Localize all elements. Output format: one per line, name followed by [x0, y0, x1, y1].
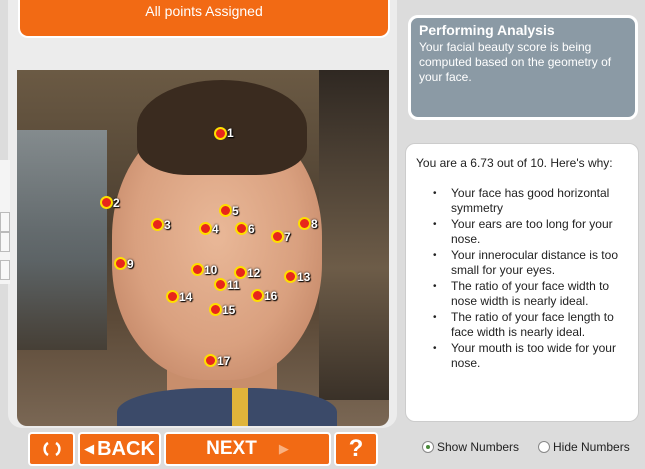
landmark-point-4[interactable] [199, 222, 212, 235]
landmark-point-16[interactable] [251, 289, 264, 302]
landmark-point-6[interactable] [235, 222, 248, 235]
refresh-icon [42, 441, 61, 457]
landmark-label-16: 16 [264, 289, 278, 303]
landmark-point-7[interactable] [271, 230, 284, 243]
landmark-label-8: 8 [311, 217, 318, 231]
reason-item: Your mouth is too wide for your nose. [433, 341, 628, 371]
landmark-label-11: 11 [227, 278, 240, 292]
landmark-label-3: 3 [164, 218, 171, 232]
reset-button[interactable] [28, 432, 75, 466]
collar [232, 388, 248, 426]
back-label: BACK [97, 437, 155, 460]
landmark-label-7: 7 [284, 230, 291, 244]
reason-item: The ratio of your face length to face wi… [433, 310, 628, 340]
landmark-point-9[interactable] [114, 257, 127, 270]
landmark-label-1: 1 [227, 126, 234, 140]
next-label: NEXT [206, 438, 257, 459]
landmark-label-10: 10 [204, 263, 218, 277]
back-button[interactable]: ◀ BACK [78, 432, 161, 466]
show-numbers-label: Show Numbers [437, 440, 520, 454]
landmark-point-15[interactable] [209, 303, 222, 316]
pointer-tool-icon[interactable] [0, 260, 10, 280]
show-numbers-radio[interactable] [422, 441, 434, 453]
landmark-point-3[interactable] [151, 218, 164, 231]
hand-tool-icon[interactable] [0, 232, 10, 252]
side-toolbar [0, 160, 10, 284]
landmark-label-13: 13 [297, 270, 311, 284]
show-numbers-option[interactable]: Show Numbers [422, 440, 519, 454]
background-right [319, 70, 389, 400]
analysis-panel: Performing Analysis Your facial beauty s… [408, 15, 638, 120]
landmark-label-5: 5 [232, 204, 239, 218]
status-banner: All points Assigned [18, 0, 390, 38]
landmark-point-2[interactable] [100, 196, 113, 209]
face-photo[interactable]: 1 2 3 4 5 6 7 8 9 10 11 12 13 14 15 16 1… [17, 70, 389, 426]
landmark-point-11[interactable] [214, 278, 227, 291]
analysis-text: Your facial beauty score is being comput… [419, 40, 612, 84]
reason-item: Your ears are too long for your nose. [433, 217, 628, 247]
landmark-label-15: 15 [222, 303, 236, 317]
help-button[interactable]: ? [334, 432, 378, 466]
landmark-label-2: 2 [113, 196, 120, 210]
reason-item: Your face has good horizontal symmetry [433, 186, 628, 216]
landmark-label-12: 12 [247, 266, 261, 280]
landmark-point-5[interactable] [219, 204, 232, 217]
help-label: ? [348, 435, 364, 462]
landmark-label-6: 6 [248, 222, 255, 236]
landmark-label-9: 9 [127, 257, 134, 271]
landmark-point-13[interactable] [284, 270, 297, 283]
shirt [117, 388, 337, 426]
tool-slider[interactable] [0, 212, 10, 232]
score-panel: You are a 6.73 out of 10. Here's why: Yo… [405, 143, 639, 422]
analysis-title: Performing Analysis [419, 22, 555, 38]
landmark-label-14: 14 [179, 290, 193, 304]
reason-item: Your innerocular distance is too small f… [433, 248, 628, 278]
next-button[interactable]: NEXT ▶ [164, 432, 331, 466]
score-summary: You are a 6.73 out of 10. Here's why: [416, 156, 613, 170]
landmark-point-10[interactable] [191, 263, 204, 276]
reason-list: Your face has good horizontal symmetry Y… [416, 186, 628, 371]
landmark-point-12[interactable] [234, 266, 247, 279]
next-arrow-icon: ▶ [278, 441, 289, 456]
reason-item: The ratio of your face width to nose wid… [433, 279, 628, 309]
hide-numbers-label: Hide Numbers [553, 440, 630, 454]
landmark-point-8[interactable] [298, 217, 311, 230]
status-banner-text: All points Assigned [145, 3, 263, 19]
landmark-point-17[interactable] [204, 354, 217, 367]
back-arrow-icon: ◀ [84, 441, 95, 456]
landmark-point-1[interactable] [214, 127, 227, 140]
landmark-point-14[interactable] [166, 290, 179, 303]
hide-numbers-option[interactable]: Hide Numbers [538, 440, 630, 454]
hide-numbers-radio[interactable] [538, 441, 550, 453]
background-left [17, 130, 107, 350]
landmark-label-4: 4 [212, 222, 219, 236]
landmark-label-17: 17 [217, 354, 231, 368]
